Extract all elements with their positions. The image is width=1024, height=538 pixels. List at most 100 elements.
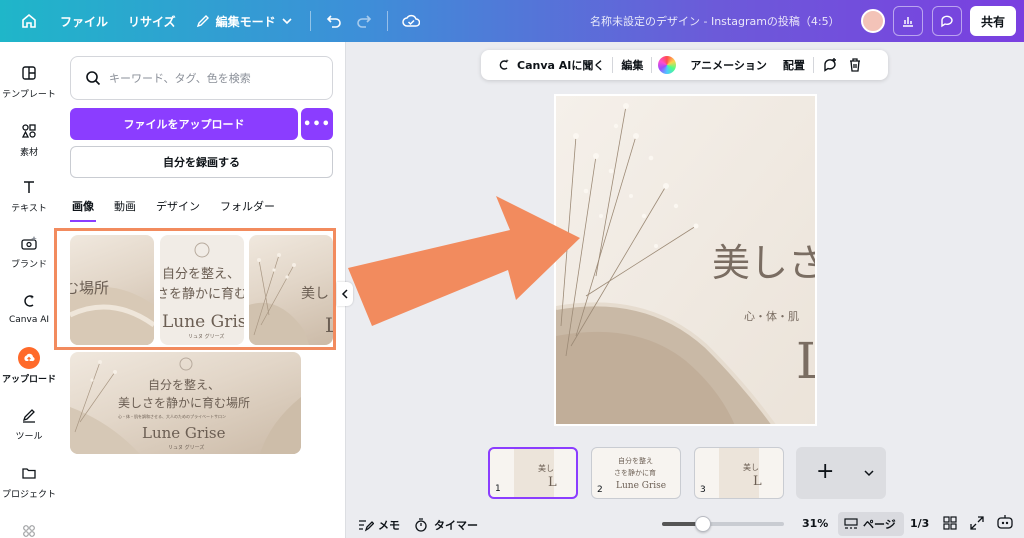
tab-designs[interactable]: デザイン: [154, 198, 202, 222]
search-icon: [86, 71, 101, 86]
rail-item-label: ツール: [15, 432, 43, 442]
file-menu[interactable]: ファイル: [50, 13, 118, 30]
chevron-left-icon: [341, 289, 348, 299]
timer-button[interactable]: タイマー: [414, 517, 478, 533]
rail-item-elements[interactable]: 素材: [0, 120, 58, 158]
zoom-slider[interactable]: [662, 516, 784, 532]
thumbnail-caption: 心・体・肌を調和させる、大人のためのプライベートサロン: [118, 414, 226, 419]
apps-icon: [18, 520, 40, 538]
add-page-button[interactable]: +: [796, 447, 886, 499]
context-toolbar: Canva AIに聞く 編集 アニメーション 配置: [481, 50, 888, 80]
comment-icon[interactable]: [932, 6, 962, 36]
insights-icon[interactable]: [893, 6, 923, 36]
page-preview: [719, 448, 759, 498]
rail-item-projects[interactable]: プロジェクト: [0, 462, 58, 500]
pages-view-button[interactable]: ページ: [838, 512, 904, 536]
rail-item-label: テキスト: [11, 204, 47, 214]
notes-button[interactable]: メモ: [358, 517, 400, 533]
rail-item-label: Canva AI: [8, 315, 50, 325]
help-assistant-icon[interactable]: [996, 514, 1014, 530]
canvas-subtitle[interactable]: 心・体・肌: [744, 308, 799, 324]
rail-item-tools[interactable]: ツール: [0, 404, 58, 442]
rail-item-label: プロジェクト: [1, 490, 56, 500]
notes-icon: [359, 520, 374, 532]
more-options-button[interactable]: •••: [301, 108, 333, 140]
thumbnail-brand: Lune Grise: [142, 424, 226, 442]
upload-icon: [18, 347, 40, 369]
edit-button[interactable]: 編集: [613, 57, 651, 73]
rail-item-label: ブランド: [10, 260, 47, 270]
divider: [386, 11, 388, 31]
rail-item-text[interactable]: テキスト: [0, 176, 58, 214]
page-preview-text: 自分を整え: [618, 457, 653, 465]
search-box[interactable]: [70, 56, 333, 100]
tab-images[interactable]: 画像: [70, 198, 96, 222]
redo-icon[interactable]: [349, 6, 379, 36]
rail-item-apps[interactable]: [0, 520, 58, 538]
chevron-down-icon: [282, 18, 292, 25]
zoom-slider-handle[interactable]: [695, 516, 711, 532]
resize-menu[interactable]: リサイズ: [118, 13, 186, 30]
canva-ai-icon: [18, 290, 40, 312]
canvas-title[interactable]: 美しさ: [712, 232, 815, 287]
design-page[interactable]: 美しさ 心・体・肌 L: [554, 94, 817, 426]
timer-label: タイマー: [434, 519, 478, 532]
thumbnail-kana: リュヌ グリーズ: [168, 445, 205, 451]
grid-view-icon[interactable]: [943, 516, 957, 530]
rail-item-brand[interactable]: ブランド: [0, 232, 58, 270]
page-preview-text: さを静かに育: [614, 469, 656, 477]
avatar[interactable]: [861, 9, 885, 33]
page-number: 1: [495, 484, 501, 494]
canvas-big-letter[interactable]: L: [796, 332, 815, 390]
divider: [651, 57, 653, 73]
home-icon[interactable]: [14, 6, 44, 36]
plus-icon: +: [816, 459, 835, 484]
timer-icon: [415, 518, 427, 532]
upload-files-button[interactable]: ファイルをアップロード: [70, 108, 298, 140]
zoom-level[interactable]: 31%: [802, 517, 828, 530]
template-icon: [18, 62, 40, 84]
page-thumbnail-2[interactable]: 自分を整え さを静かに育 Lune Grise 2: [591, 447, 681, 499]
tools-icon: [18, 404, 40, 426]
page-thumbnail-3[interactable]: 美し L 3: [694, 447, 784, 499]
tab-videos[interactable]: 動画: [112, 198, 138, 222]
canva-ai-icon: [499, 59, 509, 70]
rail-item-templates[interactable]: テンプレート: [0, 62, 58, 100]
rail-item-label: テンプレート: [2, 90, 56, 100]
search-input[interactable]: [109, 71, 309, 85]
thumbnail-text: 美しさを静かに育む場所: [118, 396, 251, 410]
share-button[interactable]: 共有: [970, 6, 1016, 36]
arrange-button[interactable]: 配置: [775, 57, 813, 73]
record-yourself-button[interactable]: 自分を録画する: [70, 146, 333, 178]
trash-icon[interactable]: [846, 57, 864, 73]
page-count: 1/3: [910, 517, 930, 530]
color-wheel-icon[interactable]: [658, 56, 677, 74]
page-preview-brand: Lune Grise: [616, 481, 667, 491]
highlight-frame: [54, 228, 336, 350]
pencil-icon: [196, 15, 209, 28]
ask-canva-ai-button[interactable]: Canva AIに聞く: [489, 57, 612, 73]
chevron-down-icon[interactable]: [864, 468, 874, 478]
design-title[interactable]: 名称未設定のデザイン - Instagramの投稿（4:5）: [590, 13, 840, 29]
upload-thumbnail-wide[interactable]: 自分を整え、 美しさを静かに育む場所 心・体・肌を調和させる、大人のためのプライ…: [70, 352, 301, 454]
add-comment-icon[interactable]: [814, 57, 846, 73]
page-number: 2: [597, 485, 603, 495]
rail-item-uploads[interactable]: アップロード: [0, 347, 58, 385]
notes-label: メモ: [378, 519, 400, 532]
page-preview-letter: L: [548, 475, 557, 490]
top-bar: ファイル リサイズ 編集モード 名称未設定のデザイン - Instagramの投…: [0, 0, 1024, 42]
rail-item-canva-ai[interactable]: Canva AI: [0, 290, 58, 325]
rail-item-label: アップロード: [1, 375, 56, 385]
cloud-save-icon[interactable]: [396, 6, 426, 36]
page-preview-text: 美し: [743, 463, 759, 472]
collapse-panel-button[interactable]: [337, 282, 353, 306]
page-thumbnail-1[interactable]: 美し L 1: [488, 447, 578, 499]
page-preview-text: 美し: [538, 464, 554, 473]
undo-icon[interactable]: [319, 6, 349, 36]
tab-folders[interactable]: フォルダー: [218, 198, 277, 222]
folder-icon: [18, 462, 40, 484]
fullscreen-icon[interactable]: [970, 516, 984, 530]
animation-button[interactable]: アニメーション: [682, 57, 775, 73]
edit-mode-dropdown[interactable]: 編集モード: [186, 13, 302, 30]
left-rail: テンプレート 素材 テキスト ブランド Canva AI アップロード ツール …: [0, 42, 58, 538]
